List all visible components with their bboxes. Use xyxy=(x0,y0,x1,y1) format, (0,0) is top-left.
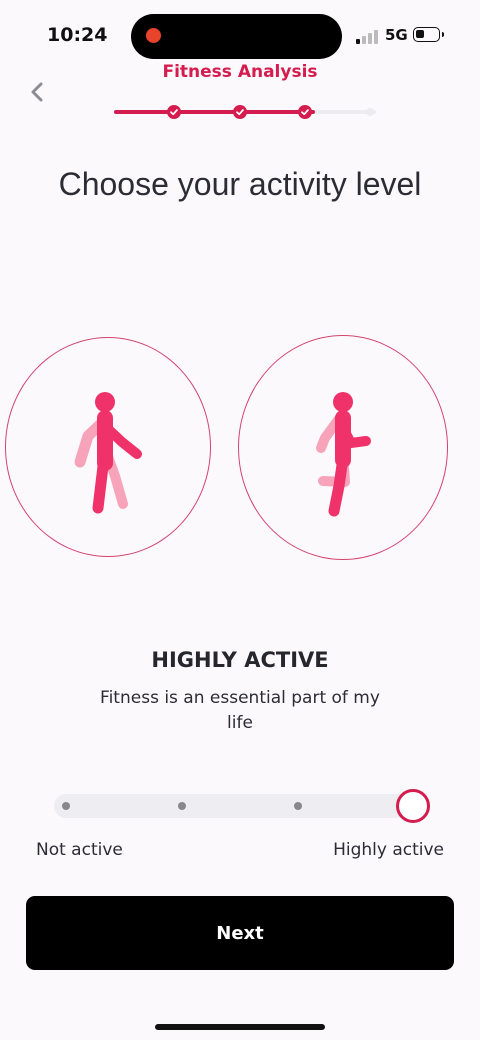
step-1-complete xyxy=(167,105,181,119)
signal-icon xyxy=(356,28,382,44)
running-person-icon xyxy=(316,392,371,517)
walking-person-icon xyxy=(74,392,142,514)
check-icon xyxy=(236,109,244,116)
network-type: 5G xyxy=(385,26,408,44)
status-time: 10:24 xyxy=(47,24,108,46)
chevron-left-icon xyxy=(31,82,43,102)
slider-stop-3[interactable] xyxy=(294,802,302,810)
next-button[interactable]: Next xyxy=(26,896,454,970)
recording-indicator-icon xyxy=(146,28,161,43)
check-icon xyxy=(301,109,309,116)
slider-thumb[interactable] xyxy=(396,789,430,823)
step-4-pending xyxy=(366,108,374,116)
home-indicator xyxy=(155,1024,325,1030)
page-title: Choose your activity level xyxy=(58,166,422,202)
slider-stop-2[interactable] xyxy=(178,802,186,810)
slider-stop-1[interactable] xyxy=(62,802,70,810)
slider-max-label: Highly active xyxy=(333,840,444,860)
back-button[interactable] xyxy=(24,78,52,106)
activity-level-description: Fitness is an essential part of my life xyxy=(100,688,380,733)
running-option[interactable] xyxy=(238,335,448,560)
slider-min-label: Not active xyxy=(36,840,123,860)
status-bar: 10:24 5G xyxy=(0,0,480,70)
step-progress xyxy=(114,104,376,120)
dynamic-island xyxy=(131,14,342,59)
slider-track xyxy=(54,794,430,818)
step-2-complete xyxy=(233,105,247,119)
check-icon xyxy=(170,109,178,116)
header-title: Fitness Analysis xyxy=(162,62,318,82)
battery-icon xyxy=(413,27,444,42)
progress-bar xyxy=(114,110,315,114)
walking-option[interactable] xyxy=(5,337,211,557)
activity-level-slider[interactable] xyxy=(54,789,430,823)
activity-level-title: HIGHLY ACTIVE xyxy=(151,648,329,672)
step-3-complete xyxy=(298,105,312,119)
